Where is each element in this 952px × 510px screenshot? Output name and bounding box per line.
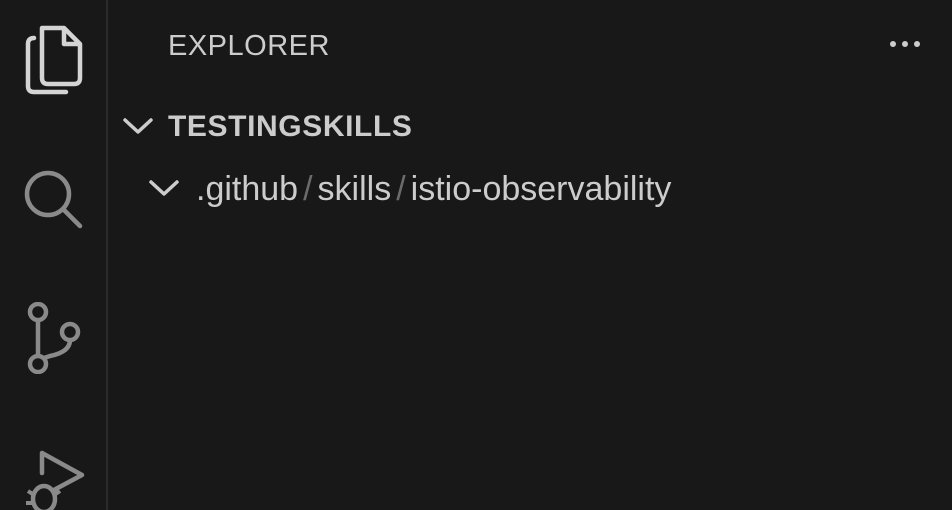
- workspace-folder-name: TESTINGSKILLS: [168, 110, 413, 143]
- path-separator: /: [303, 169, 313, 208]
- chevron-down-icon: [122, 114, 154, 143]
- files-icon: [24, 24, 84, 96]
- chevron-down-icon: [148, 176, 180, 205]
- sidebar-header: EXPLORER: [168, 24, 952, 68]
- path-segment[interactable]: skills: [318, 170, 392, 209]
- workspace-folder-header[interactable]: TESTINGSKILLS: [108, 102, 952, 152]
- explorer-sidebar: EXPLORER TESTINGSKILLS .github / skills …: [108, 0, 952, 510]
- path-segment[interactable]: .github: [196, 170, 298, 209]
- ellipsis-icon: [889, 36, 921, 54]
- path-segment[interactable]: istio-observability: [411, 170, 672, 209]
- activity-item-search[interactable]: [0, 150, 106, 250]
- sidebar-title: EXPLORER: [168, 29, 330, 62]
- activity-item-source-control[interactable]: [0, 288, 106, 388]
- tree-item-folder[interactable]: .github / skills / istio-observability: [108, 164, 952, 214]
- path-separator: /: [396, 169, 406, 208]
- compact-folder-path: .github / skills / istio-observability: [196, 170, 671, 209]
- source-control-icon: [26, 302, 82, 374]
- search-icon: [22, 168, 86, 232]
- run-debug-icon: [22, 445, 86, 510]
- activity-bar: [0, 0, 108, 510]
- activity-item-run-debug[interactable]: [0, 430, 106, 510]
- more-actions-button[interactable]: [888, 28, 922, 62]
- vscode-window: EXPLORER TESTINGSKILLS .github / skills …: [0, 0, 952, 510]
- activity-item-explorer[interactable]: [0, 10, 106, 110]
